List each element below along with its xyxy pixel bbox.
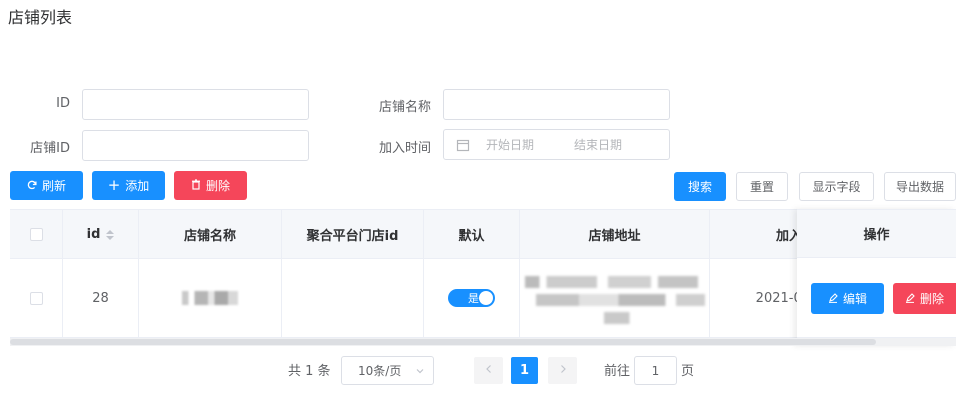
scrollbar-thumb[interactable] xyxy=(10,339,876,345)
row-select-cell xyxy=(10,259,63,338)
refresh-label: 刷新 xyxy=(41,179,66,193)
goto-page-input[interactable]: 1 xyxy=(634,356,677,385)
header-address: 店铺地址 xyxy=(520,210,710,259)
row-delete-label: 删除 xyxy=(919,292,944,306)
edit-label: 编辑 xyxy=(842,292,867,306)
calendar-icon xyxy=(456,138,470,152)
start-date-input[interactable]: 开始日期 xyxy=(486,136,574,153)
edit-button[interactable]: 编辑 xyxy=(811,283,884,314)
select-all-cell xyxy=(10,210,63,259)
search-button[interactable]: 搜索 xyxy=(674,172,726,201)
table-horizontal-scrollbar[interactable] xyxy=(10,338,956,346)
join-time-label: 加入时间 xyxy=(378,141,431,156)
page-title: 店铺列表 xyxy=(8,8,73,27)
id-input[interactable] xyxy=(82,89,309,120)
shop-name-input[interactable] xyxy=(443,89,670,120)
cell-platform-store-id xyxy=(282,259,424,338)
refresh-button[interactable]: 刷新 xyxy=(10,171,83,200)
goto-suffix: 页 xyxy=(681,364,695,379)
actions-cell: 编辑 删除 xyxy=(797,259,956,338)
id-label: ID xyxy=(56,96,70,111)
header-id[interactable]: id xyxy=(63,210,139,259)
chevron-left-icon xyxy=(485,363,493,378)
select-all-checkbox[interactable] xyxy=(29,228,43,241)
next-page-button[interactable] xyxy=(548,357,577,384)
edit-icon xyxy=(828,292,838,306)
end-date-input[interactable]: 结束日期 xyxy=(574,136,622,153)
trash-icon xyxy=(191,178,201,193)
add-label: 添加 xyxy=(125,179,150,193)
row-delete-button[interactable]: 删除 xyxy=(893,283,956,314)
join-time-range-picker[interactable]: 开始日期 结束日期 xyxy=(443,129,670,160)
page-size-value: 10条/页 xyxy=(358,364,402,378)
chevron-right-icon xyxy=(559,363,567,378)
row-checkbox[interactable] xyxy=(29,291,43,305)
refresh-icon xyxy=(27,179,37,193)
default-toggle-label: 是 xyxy=(468,292,479,305)
default-toggle[interactable]: 是 xyxy=(448,289,495,307)
edit-icon-delete xyxy=(905,292,915,306)
chevron-down-icon xyxy=(415,365,425,379)
add-button[interactable]: + 添加 xyxy=(92,171,165,200)
cell-id: 28 xyxy=(63,259,139,338)
page-size-select[interactable]: 10条/页 xyxy=(341,356,434,385)
reset-button[interactable]: 重置 xyxy=(736,172,788,201)
cell-shop-name xyxy=(139,259,282,338)
header-default: 默认 xyxy=(424,210,520,259)
header-shop-name: 店铺名称 xyxy=(139,210,282,259)
cell-join-time: 2021-07 xyxy=(710,259,810,338)
goto-prefix: 前往 xyxy=(604,364,631,379)
cell-address xyxy=(520,259,710,338)
sort-icon[interactable] xyxy=(106,229,115,240)
delete-label: 删除 xyxy=(205,179,230,193)
header-actions: 操作 xyxy=(797,210,956,258)
header-id-label: id xyxy=(86,227,101,242)
shop-name-label: 店铺名称 xyxy=(378,100,431,115)
shop-id-label: 店铺ID xyxy=(30,141,70,156)
blurred-address xyxy=(524,268,705,328)
pagination-total: 共 1 条 xyxy=(288,364,331,379)
delete-button[interactable]: 删除 xyxy=(174,171,247,200)
shop-id-input[interactable] xyxy=(82,130,309,161)
blurred-shop-name xyxy=(182,291,238,305)
header-join-time: 加入 xyxy=(710,210,810,259)
toggle-knob xyxy=(479,291,493,305)
export-button[interactable]: 导出数据 xyxy=(884,172,956,201)
cell-default: 是 xyxy=(424,259,520,338)
actions-fixed-column: 操作 编辑 删除 xyxy=(797,209,956,346)
header-platform-store-id: 聚合平台门店id xyxy=(282,210,424,259)
columns-button[interactable]: 显示字段 xyxy=(799,172,874,201)
prev-page-button[interactable] xyxy=(474,357,503,384)
plus-icon: + xyxy=(107,176,121,194)
page-number-button[interactable]: 1 xyxy=(511,357,538,384)
